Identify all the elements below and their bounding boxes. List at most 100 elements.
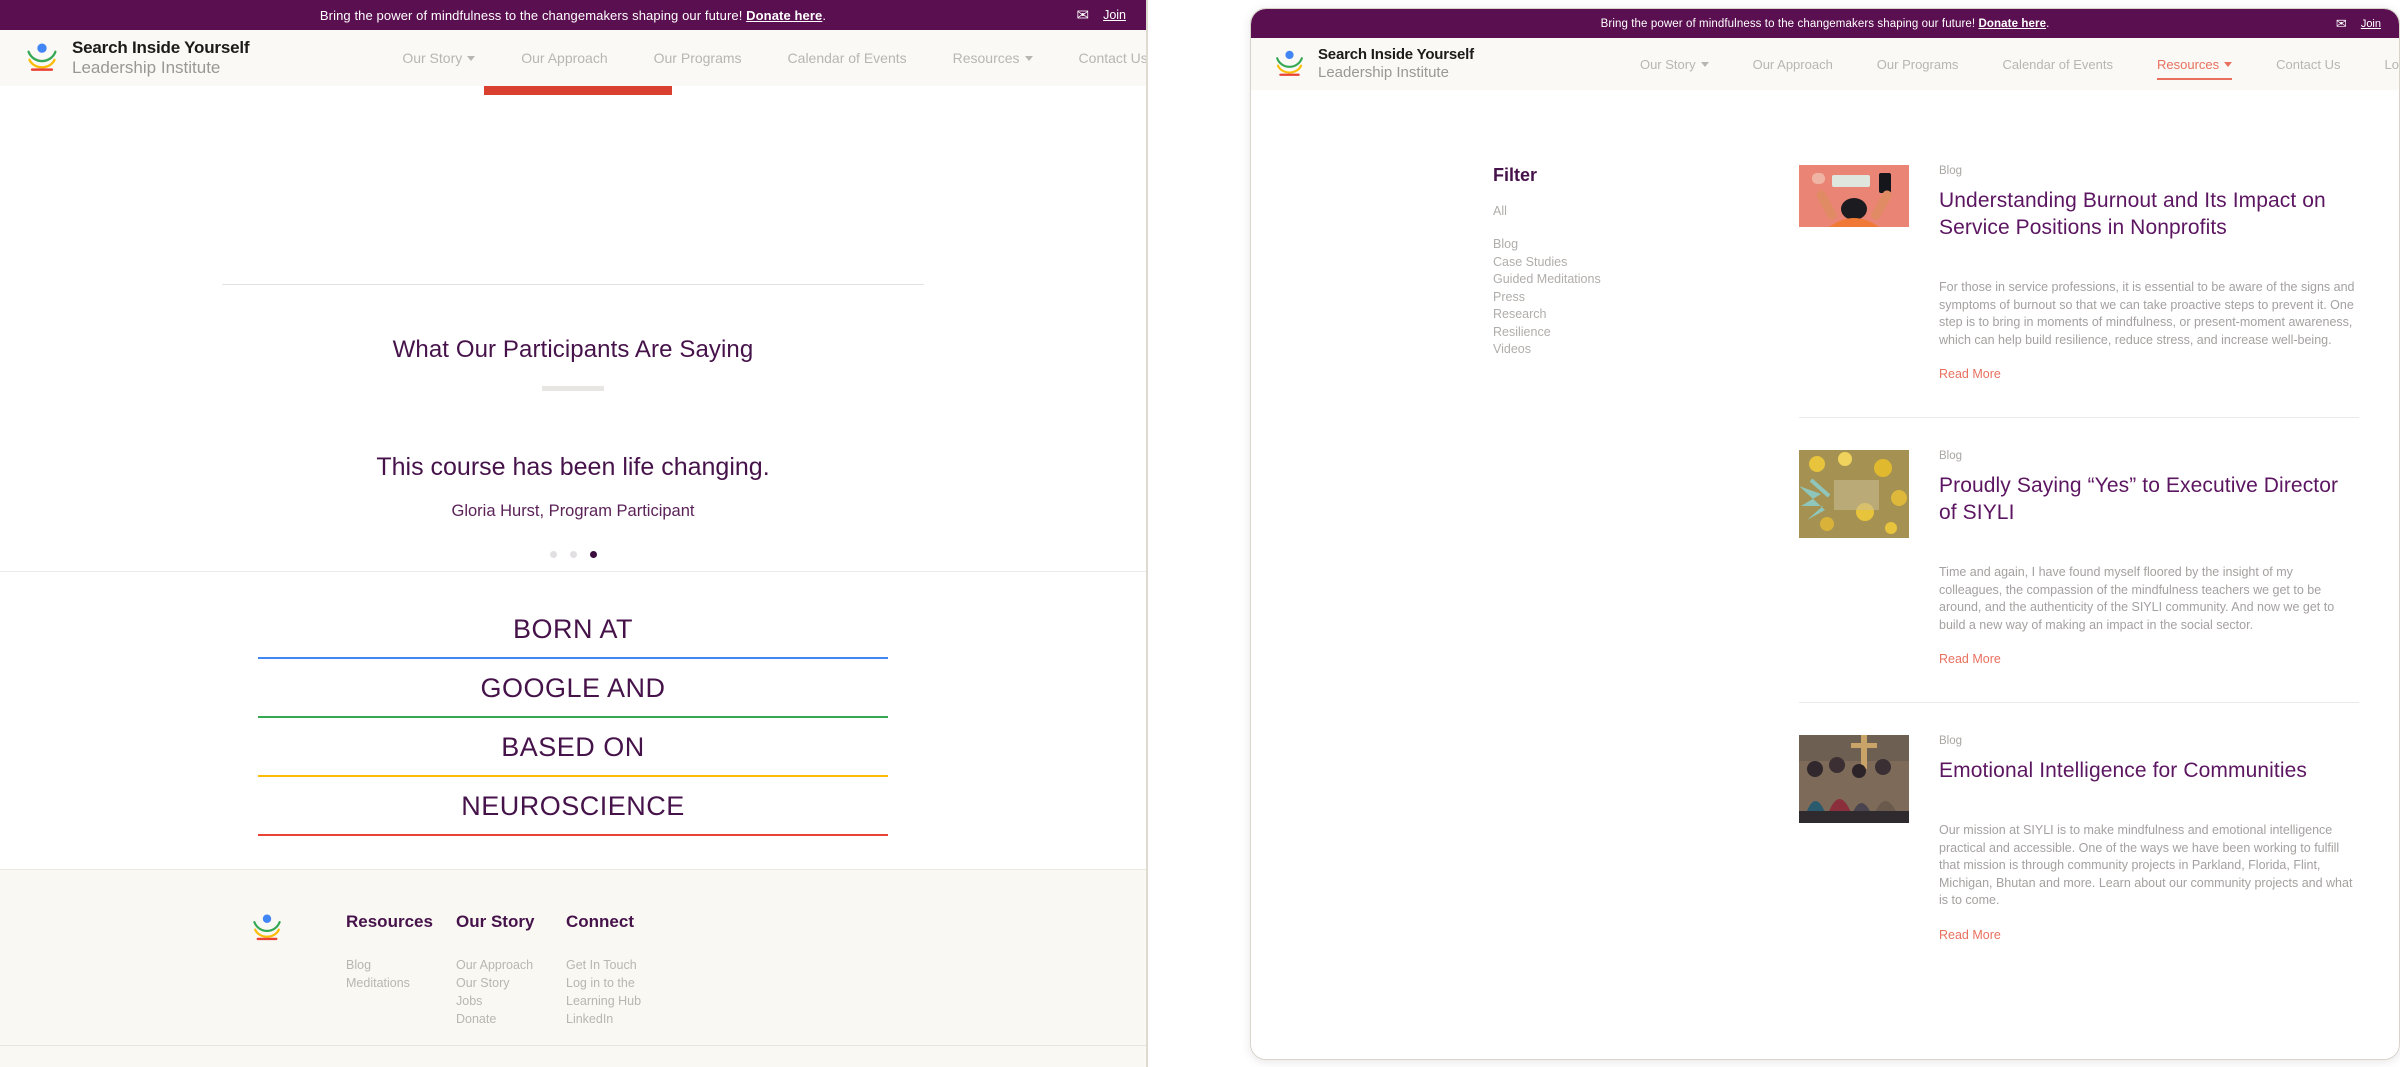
nav-item-resources[interactable]: Resources [930, 50, 1056, 66]
footer-heading-our-story: Our Story [456, 912, 566, 932]
filter-option-all[interactable]: All [1493, 204, 1799, 218]
footer-link-login-learning-hub-1[interactable]: Log in to the [566, 974, 726, 992]
footer-link-login-learning-hub-2[interactable]: Learning Hub [566, 992, 726, 1010]
footer-heading-resources: Resources [346, 912, 456, 932]
post-title[interactable]: Emotional Intelligence for Communities [1939, 757, 2359, 784]
filter-option-press[interactable]: Press [1493, 289, 1799, 307]
google-row-1-text: BORN AT [0, 600, 1146, 657]
filter-heading: Filter [1493, 165, 1799, 186]
nav-item-resources[interactable]: Resources [2135, 57, 2254, 72]
google-row-2-text: GOOGLE AND [0, 659, 1146, 716]
google-row-3: BASED ON [0, 718, 1146, 777]
photo-community-audience-icon[interactable] [1799, 735, 1909, 823]
footer-link-meditations[interactable]: Meditations [346, 974, 456, 992]
list-item: Blog Emotional Intelligence for Communit… [1799, 735, 2359, 978]
left-browser-window: Bring the power of mindfulness to the ch… [0, 0, 1148, 1067]
footer-column-connect: Connect Get In Touch Log in to the Learn… [566, 912, 726, 1028]
filter-option-resilience[interactable]: Resilience [1493, 324, 1799, 342]
post-category: Blog [1939, 735, 2359, 747]
nav-item-calendar-of-events[interactable]: Calendar of Events [1980, 57, 2135, 72]
filter-option-blog[interactable]: Blog [1493, 236, 1799, 254]
brand-line-1: Search Inside Yourself [1318, 46, 1474, 63]
post-excerpt: Our mission at SIYLI is to make mindfuln… [1939, 822, 2359, 910]
donate-here-link-right[interactable]: Donate here [1979, 18, 2047, 30]
testimonial-section: What Our Participants Are Saying This co… [0, 336, 1146, 558]
announcement-message-right: Bring the power of mindfulness to the ch… [1601, 18, 1979, 30]
footer-column-resources: Resources Blog Meditations [346, 912, 456, 1028]
nav-label: Calendar of Events [788, 50, 907, 66]
post-content: Blog Understanding Burnout and Its Impac… [1939, 165, 2359, 383]
nav-label: Contact Us [1079, 50, 1148, 66]
nav-item-contact-us[interactable]: Contact Us [2254, 57, 2362, 72]
announcement-banner: Bring the power of mindfulness to the ch… [0, 0, 1146, 30]
nav-item-our-story[interactable]: Our Story [1618, 57, 1731, 72]
nav-item-log-in[interactable]: Log In [2362, 57, 2400, 72]
post-title[interactable]: Understanding Burnout and Its Impact on … [1939, 187, 2359, 241]
post-content: Blog Proudly Saying “Yes” to Executive D… [1939, 450, 2359, 668]
nav-item-our-programs[interactable]: Our Programs [631, 50, 765, 66]
brand-logo[interactable]: Search Inside Yourself Leadership Instit… [24, 38, 249, 78]
photo-wildflowers-icon[interactable] [1799, 450, 1909, 538]
read-more-link[interactable]: Read More [1939, 928, 2001, 942]
nav-label: Our Story [1640, 57, 1696, 72]
nav-label: Log In [2384, 57, 2400, 72]
left-page-content: What Our Participants Are Saying This co… [0, 86, 1146, 1067]
brand-line-2: Leadership Institute [1318, 64, 1449, 81]
nav-menu-right: Our Story Our Approach Our Programs Cale… [1618, 57, 2400, 72]
carousel-dot-2[interactable] [570, 551, 577, 558]
envelope-icon[interactable]: ✉ [1076, 8, 1089, 23]
footer-link-donate[interactable]: Donate [456, 1010, 566, 1028]
nav-item-our-story[interactable]: Our Story [379, 50, 498, 66]
filter-sidebar: Filter All Blog Case Studies Guided Medi… [1493, 165, 1799, 1010]
announcement-banner-right: Bring the power of mindfulness to the ch… [1251, 9, 2399, 38]
donate-here-link[interactable]: Donate here [746, 8, 822, 23]
nav-item-calendar-of-events[interactable]: Calendar of Events [765, 50, 930, 66]
google-rule-red [258, 834, 888, 836]
footer-link-linkedin[interactable]: LinkedIn [566, 1010, 726, 1028]
google-row-4-text: NEUROSCIENCE [0, 777, 1146, 834]
google-row-2: GOOGLE AND [0, 659, 1146, 718]
footer-link-get-in-touch[interactable]: Get In Touch [566, 956, 726, 974]
footer-columns: Resources Blog Meditations Our Story Our… [0, 870, 1146, 1028]
banner-actions-right: ✉ Join [2336, 17, 2381, 30]
nav-item-our-approach[interactable]: Our Approach [1731, 57, 1855, 72]
filter-option-guided-meditations[interactable]: Guided Meditations [1493, 271, 1799, 289]
filter-option-research[interactable]: Research [1493, 306, 1799, 324]
nav-label: Contact Us [2276, 57, 2340, 72]
testimonial-quote: This course has been life changing. [0, 453, 1146, 482]
post-category: Blog [1939, 165, 2359, 177]
footer-link-our-story[interactable]: Our Story [456, 974, 566, 992]
nav-item-contact-us[interactable]: Contact Us [1056, 50, 1148, 66]
post-content: Blog Emotional Intelligence for Communit… [1939, 735, 2359, 944]
nav-label: Our Programs [654, 50, 742, 66]
brand-name-right: Search Inside Yourself Leadership Instit… [1318, 46, 1474, 82]
brand-name: Search Inside Yourself Leadership Instit… [72, 38, 249, 78]
photo-desk-overhead-icon[interactable] [1799, 165, 1909, 227]
posts-list: Blog Understanding Burnout and Its Impac… [1799, 165, 2359, 1010]
screenshot-stage: Bring the power of mindfulness to the ch… [0, 0, 2400, 1067]
read-more-link[interactable]: Read More [1939, 652, 2001, 666]
footer-link-our-approach[interactable]: Our Approach [456, 956, 566, 974]
chevron-down-icon [467, 56, 475, 61]
nav-label: Our Programs [1877, 57, 1959, 72]
list-item: Blog Understanding Burnout and Its Impac… [1799, 165, 2359, 418]
list-item: Blog Proudly Saying “Yes” to Executive D… [1799, 450, 2359, 703]
join-link-right[interactable]: Join [2361, 18, 2381, 30]
footer-link-jobs[interactable]: Jobs [456, 992, 566, 1010]
join-link[interactable]: Join [1103, 8, 1126, 22]
post-excerpt: For those in service professions, it is … [1939, 279, 2359, 349]
filter-option-case-studies[interactable]: Case Studies [1493, 254, 1799, 272]
nav-item-our-approach[interactable]: Our Approach [498, 50, 630, 66]
footer-link-blog[interactable]: Blog [346, 956, 456, 974]
envelope-icon[interactable]: ✉ [2336, 17, 2347, 30]
read-more-link[interactable]: Read More [1939, 367, 2001, 381]
brand-logo-right[interactable]: Search Inside Yourself Leadership Instit… [1273, 46, 1474, 82]
resources-page-content: Filter All Blog Case Studies Guided Medi… [1251, 90, 2399, 1060]
carousel-dot-1[interactable] [550, 551, 557, 558]
carousel-dot-3[interactable] [590, 551, 597, 558]
post-title[interactable]: Proudly Saying “Yes” to Executive Direct… [1939, 472, 2359, 526]
filter-option-videos[interactable]: Videos [1493, 341, 1799, 359]
nav-item-our-programs[interactable]: Our Programs [1855, 57, 1981, 72]
footer-logo[interactable] [250, 912, 346, 1028]
siyli-lotus-logo-icon [250, 912, 284, 944]
